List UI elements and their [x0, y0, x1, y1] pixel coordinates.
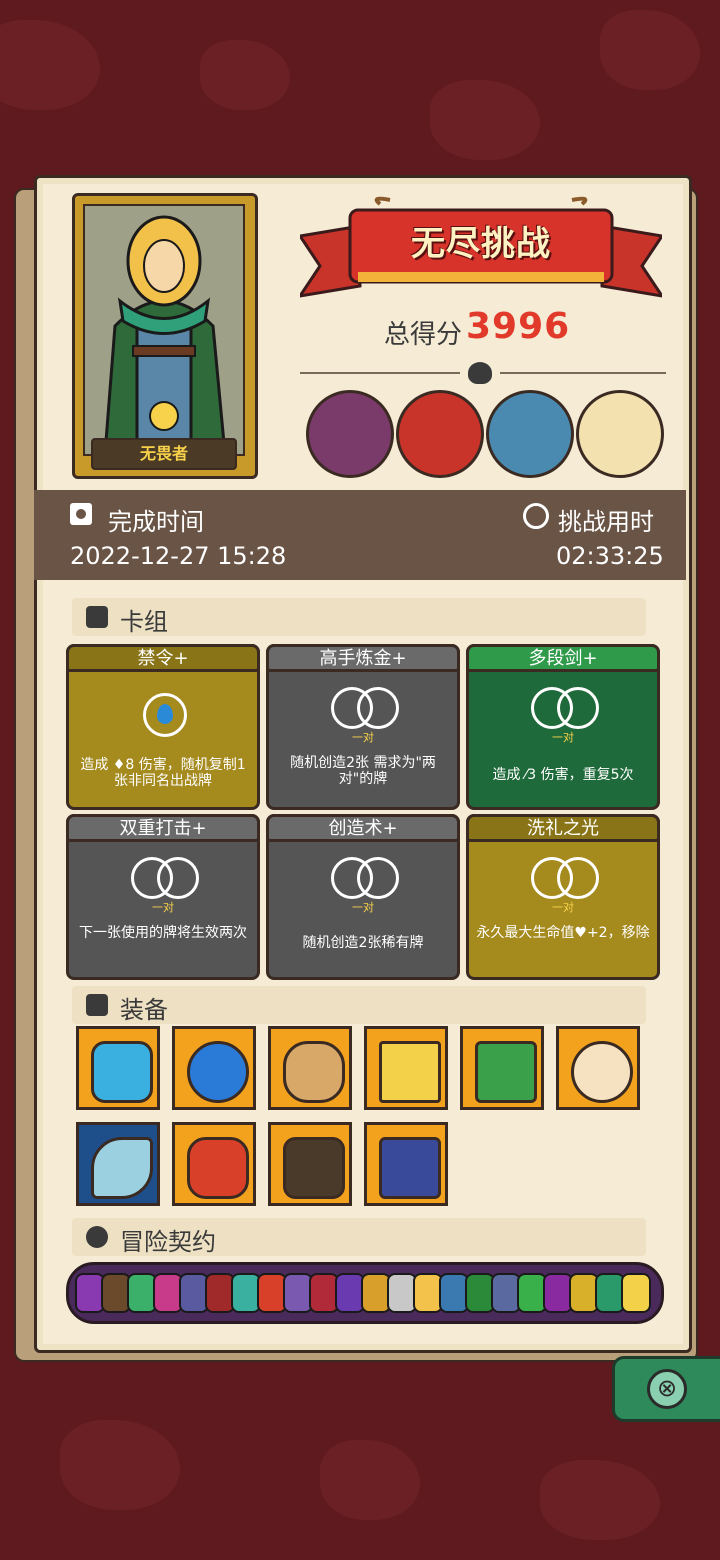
card-tag: 一对: [352, 731, 374, 744]
score-value: 3996: [466, 306, 571, 347]
card-desc: 下一张使用的牌将生效两次: [79, 925, 247, 941]
mushroom-icon: [187, 1041, 249, 1103]
deck-card[interactable]: 洗礼之光 一对 永久最大生命值♥+2，移除: [466, 814, 660, 980]
equipment-slot[interactable]: [172, 1122, 256, 1206]
deck-card[interactable]: 创造术+ 一对 随机创造2张稀有牌: [266, 814, 460, 980]
card-tag: 一对: [552, 901, 574, 914]
bg-decoration: [60, 1420, 180, 1510]
card-desc: 随机创造2张稀有牌: [302, 935, 424, 951]
finish-time-label: 完成时间: [108, 508, 204, 536]
duration-value: 02:33:25: [556, 542, 664, 570]
card-desc: 随机创造2张 需求为"两对"的牌: [290, 755, 436, 787]
bg-decoration: [200, 40, 290, 110]
equipment-header: 装备: [72, 986, 646, 1024]
card-title: 禁令+: [66, 644, 260, 672]
mode-title: 无尽挑战: [411, 224, 551, 264]
equipment-slot[interactable]: [460, 1026, 544, 1110]
card-title: 洗礼之光: [466, 814, 660, 842]
hero-art: [83, 204, 245, 456]
equipment-slot[interactable]: [76, 1122, 160, 1206]
equipment-slot[interactable]: [76, 1026, 160, 1110]
stopwatch-icon: [523, 503, 549, 529]
deck-card[interactable]: 高手炼金+ 一对 随机创造2张 需求为"两对"的牌: [266, 644, 460, 810]
bg-decoration: [600, 10, 700, 90]
mode-banner: 无尽挑战: [296, 196, 666, 306]
equipment-title: 装备: [120, 996, 168, 1024]
shield-icon: [91, 1041, 153, 1103]
card-tag: 一对: [352, 901, 374, 914]
axe-icon: [91, 1137, 153, 1199]
deck-header: 卡组: [72, 598, 646, 636]
equipment-slot[interactable]: [364, 1122, 448, 1206]
cards-icon: [86, 606, 108, 628]
pair-rings-icon: [531, 687, 599, 729]
card-title: 创造术+: [266, 814, 460, 842]
bg-decoration: [430, 80, 540, 160]
deck-title: 卡组: [120, 608, 168, 636]
calendar-icon: [70, 503, 92, 525]
water-drop-icon: [143, 693, 187, 737]
close-tab[interactable]: ⊗: [612, 1356, 720, 1422]
contract-icon: [621, 1273, 651, 1313]
contracts-title: 冒险契约: [120, 1228, 216, 1256]
equipment-slot[interactable]: [172, 1026, 256, 1110]
card-title: 双重打击+: [66, 814, 260, 842]
equipment-slot[interactable]: [268, 1122, 352, 1206]
card-title: 多段剑+: [466, 644, 660, 672]
bag-icon: [283, 1041, 345, 1103]
equipment-slot[interactable]: [364, 1026, 448, 1110]
finish-time-value: 2022-12-27 15:28: [70, 542, 287, 570]
deck-card[interactable]: 双重打击+ 一对 下一张使用的牌将生效两次: [66, 814, 260, 980]
scroll-icon: [475, 1041, 537, 1103]
pair-rings-icon: [131, 857, 199, 899]
contracts-header: 冒险契约: [72, 1218, 646, 1256]
box-icon: [86, 994, 108, 1016]
bg-decoration: [320, 1440, 420, 1520]
card-tag: 一对: [552, 731, 574, 744]
person-icon: [86, 1226, 108, 1248]
divider-left: [300, 372, 460, 374]
boss-portrait[interactable]: [576, 390, 664, 478]
boss-portrait[interactable]: [486, 390, 574, 478]
card-desc: 永久最大生命值♥+2，移除: [476, 925, 650, 941]
pair-rings-icon: [531, 857, 599, 899]
bg-decoration: [0, 20, 100, 110]
boss-portrait[interactable]: [306, 390, 394, 478]
deck-card[interactable]: 禁令+ 造成 ♦8 伤害，随机复制1张非同名出战牌: [66, 644, 260, 810]
mask-icon: [187, 1137, 249, 1199]
card-title: 高手炼金+: [266, 644, 460, 672]
duration-label: 挑战用时: [558, 508, 654, 536]
card-desc: 造成 ⁄3 伤害，重复5次: [492, 767, 634, 783]
contracts-strip[interactable]: [66, 1262, 664, 1324]
pair-rings-icon: [331, 857, 399, 899]
hexagram-icon: [379, 1137, 441, 1199]
ring-icon: [571, 1041, 633, 1103]
equipment-slot[interactable]: [268, 1026, 352, 1110]
card-tag: 一对: [152, 901, 174, 914]
score-label: 总得分: [384, 320, 463, 350]
hero-name: 无畏者: [91, 438, 237, 470]
deck-card[interactable]: 多段剑+ 一对 造成 ⁄3 伤害，重复5次: [466, 644, 660, 810]
boss-portrait[interactable]: [396, 390, 484, 478]
cloak-icon: [283, 1137, 345, 1199]
crown-icon: [379, 1041, 441, 1103]
card-desc: 造成 ♦8 伤害，随机复制1张非同名出战牌: [80, 757, 246, 789]
pair-rings-icon: [331, 687, 399, 729]
close-icon[interactable]: ⊗: [647, 1369, 687, 1409]
time-bar: 完成时间 2022-12-27 15:28 挑战用时 02:33:25: [34, 490, 686, 580]
hero-portrait[interactable]: 无畏者: [72, 193, 258, 479]
bg-decoration: [540, 1460, 660, 1540]
divider-right: [500, 372, 666, 374]
equipment-slot[interactable]: [556, 1026, 640, 1110]
horned-skull-icon: [468, 362, 492, 384]
